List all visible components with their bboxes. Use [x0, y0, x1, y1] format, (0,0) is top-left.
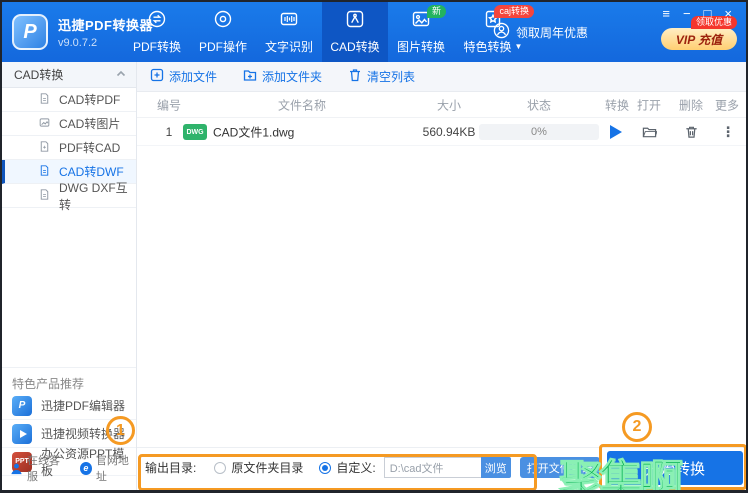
radio-custom[interactable] — [319, 461, 332, 474]
anniversary-promo-link[interactable]: 领取周年优惠 — [493, 2, 588, 62]
sidebar-item-label: PDF转CAD — [59, 141, 121, 155]
trash-icon — [348, 68, 362, 85]
tab-label: 文字识别 — [264, 40, 313, 54]
col-filename: 文件名称 — [277, 98, 326, 112]
browse-button[interactable]: 浏览 — [480, 457, 511, 478]
app-logo: P — [12, 14, 48, 50]
radio-original-label[interactable]: 原文件夹目录 — [231, 459, 303, 476]
gear-circle-icon — [213, 9, 233, 34]
recommend-title: 特色产品推荐 — [12, 377, 85, 391]
col-index: 编号 — [156, 98, 181, 112]
clear-list-button[interactable]: 清空列表 — [348, 68, 415, 85]
document-plus-icon — [38, 140, 51, 156]
tab-ocr[interactable]: 文字识别 — [256, 2, 322, 62]
path-field-group: 浏览 — [383, 457, 511, 478]
vip-recharge-button[interactable]: VIP 充值 — [661, 28, 737, 50]
add-folder-label: 添加文件夹 — [262, 70, 323, 84]
sidebar-item-dwg-dxf[interactable]: DWG DXF互转 — [2, 181, 136, 212]
new-badge: 新 — [426, 5, 446, 18]
sidebar-group-header[interactable]: CAD转换 — [2, 62, 136, 88]
add-file-icon — [150, 68, 164, 85]
sidebar-group-title: CAD转换 — [14, 68, 64, 82]
tab-cad-convert[interactable]: CAD转换 — [322, 2, 388, 62]
add-folder-icon — [243, 68, 257, 85]
close-icon[interactable]: × — [724, 6, 732, 22]
radio-original-folder[interactable] — [214, 461, 227, 474]
sidebar: CAD转换 CAD转PDF CAD转图片 PDF转CAD CAD转DWF DWG… — [2, 62, 137, 490]
sidebar-item-label: DWG DXF互转 — [59, 180, 128, 212]
open-file-directory-button[interactable]: 打开文件目录 — [519, 457, 600, 478]
col-size: 大小 — [436, 98, 461, 112]
swap-circle-icon — [147, 9, 167, 34]
output-path-input[interactable] — [383, 457, 481, 478]
col-more: 更多 — [714, 98, 739, 112]
tab-label: 图片转换 — [396, 40, 445, 54]
official-site-link[interactable]: e 官网地址 — [80, 452, 136, 484]
sidebar-item-label: CAD转DWF — [59, 165, 124, 179]
product-label: 迅捷PDF编辑器 — [41, 399, 126, 413]
document-icon — [38, 92, 51, 108]
window-controls: ≡ − □ × — [662, 6, 732, 22]
tab-image-convert[interactable]: 新 图片转换 — [388, 2, 454, 62]
scan-lines-icon — [279, 9, 299, 34]
col-status: 状态 — [526, 98, 551, 112]
sidebar-item-cad-to-pdf[interactable]: CAD转PDF — [2, 88, 136, 112]
file-size: 560.94KB — [422, 124, 476, 139]
document-icon — [38, 164, 51, 180]
footer-label: 官网地址 — [95, 455, 129, 483]
output-dir-label: 输出目录: — [145, 461, 197, 475]
online-support-link[interactable]: 在线客服 — [10, 452, 66, 484]
divider — [2, 367, 136, 368]
radio-custom-label[interactable]: 自定义: — [336, 459, 375, 476]
menu-icon[interactable]: ≡ — [662, 6, 670, 22]
image-doc-icon — [38, 116, 51, 132]
compass-icon — [345, 9, 365, 34]
top-bar: P 迅捷PDF转换器 v9.0.7.2 PDF转换 PDF操作 文字识别 CAD… — [2, 2, 746, 62]
main-tabs: PDF转换 PDF操作 文字识别 CAD转换 新 图片转换 caj转换 特色转换… — [124, 2, 534, 62]
file-name: CAD文件1.dwg — [213, 125, 295, 139]
sidebar-item-label: CAD转PDF — [59, 93, 121, 107]
open-folder-icon[interactable] — [642, 124, 657, 139]
clear-list-label: 清空列表 — [367, 70, 416, 84]
document-icon — [38, 188, 51, 204]
delete-trash-icon[interactable] — [684, 124, 699, 139]
tab-pdf-convert[interactable]: PDF转换 — [124, 2, 190, 62]
app-window: P 迅捷PDF转换器 v9.0.7.2 PDF转换 PDF操作 文字识别 CAD… — [0, 0, 748, 493]
add-file-button[interactable]: 添加文件 — [150, 68, 217, 85]
add-file-label: 添加文件 — [169, 70, 218, 84]
maximize-icon[interactable]: □ — [704, 6, 712, 22]
vip-area: 领取优惠 VIP 充值 — [661, 16, 737, 50]
add-folder-button[interactable]: 添加文件夹 — [243, 68, 322, 85]
dwg-file-icon: DWG — [183, 124, 207, 140]
table-header: 编号 文件名称 大小 状态 转换 打开 删除 更多 — [137, 92, 746, 118]
logo-letter: P — [23, 20, 37, 43]
footer-label: 在线客服 — [27, 455, 60, 483]
product-pdf-editor[interactable]: P 迅捷PDF编辑器 — [2, 392, 136, 420]
convert-play-button[interactable] — [610, 125, 622, 139]
start-convert-button[interactable]: 开始转换 — [607, 451, 743, 485]
progress-bar: 0% — [479, 124, 599, 140]
sidebar-footer: 在线客服 e 官网地址 — [10, 452, 136, 484]
tab-label: CAD转换 — [330, 40, 380, 54]
support-person-icon — [10, 462, 23, 475]
person-circle-icon — [493, 22, 510, 42]
pdf-editor-icon: P — [12, 395, 32, 416]
sidebar-item-cad-to-image[interactable]: CAD转图片 — [2, 112, 136, 136]
tab-label: PDF转换 — [132, 40, 181, 54]
chevron-up-icon — [116, 66, 126, 84]
minimize-icon[interactable]: − — [683, 6, 691, 22]
globe-e-icon: e — [80, 461, 92, 475]
more-options-icon[interactable]: ⋮ — [721, 123, 735, 140]
table-row: 1 DWG CAD文件1.dwg 560.94KB 0% ⋮ — [137, 118, 746, 146]
promo-label: 领取周年优惠 — [515, 25, 588, 40]
tab-label: PDF操作 — [198, 40, 247, 54]
sidebar-item-pdf-to-cad[interactable]: PDF转CAD — [2, 136, 136, 160]
video-converter-icon — [12, 423, 32, 444]
sidebar-item-label: CAD转图片 — [59, 117, 121, 131]
product-label: 迅捷视频转换器 — [41, 427, 126, 441]
main-panel: 添加文件 添加文件夹 清空列表 编号 文件名称 大小 状态 转换 打开 删除 更… — [137, 62, 746, 490]
tab-pdf-ops[interactable]: PDF操作 — [190, 2, 256, 62]
file-toolbar: 添加文件 添加文件夹 清空列表 — [137, 62, 746, 92]
